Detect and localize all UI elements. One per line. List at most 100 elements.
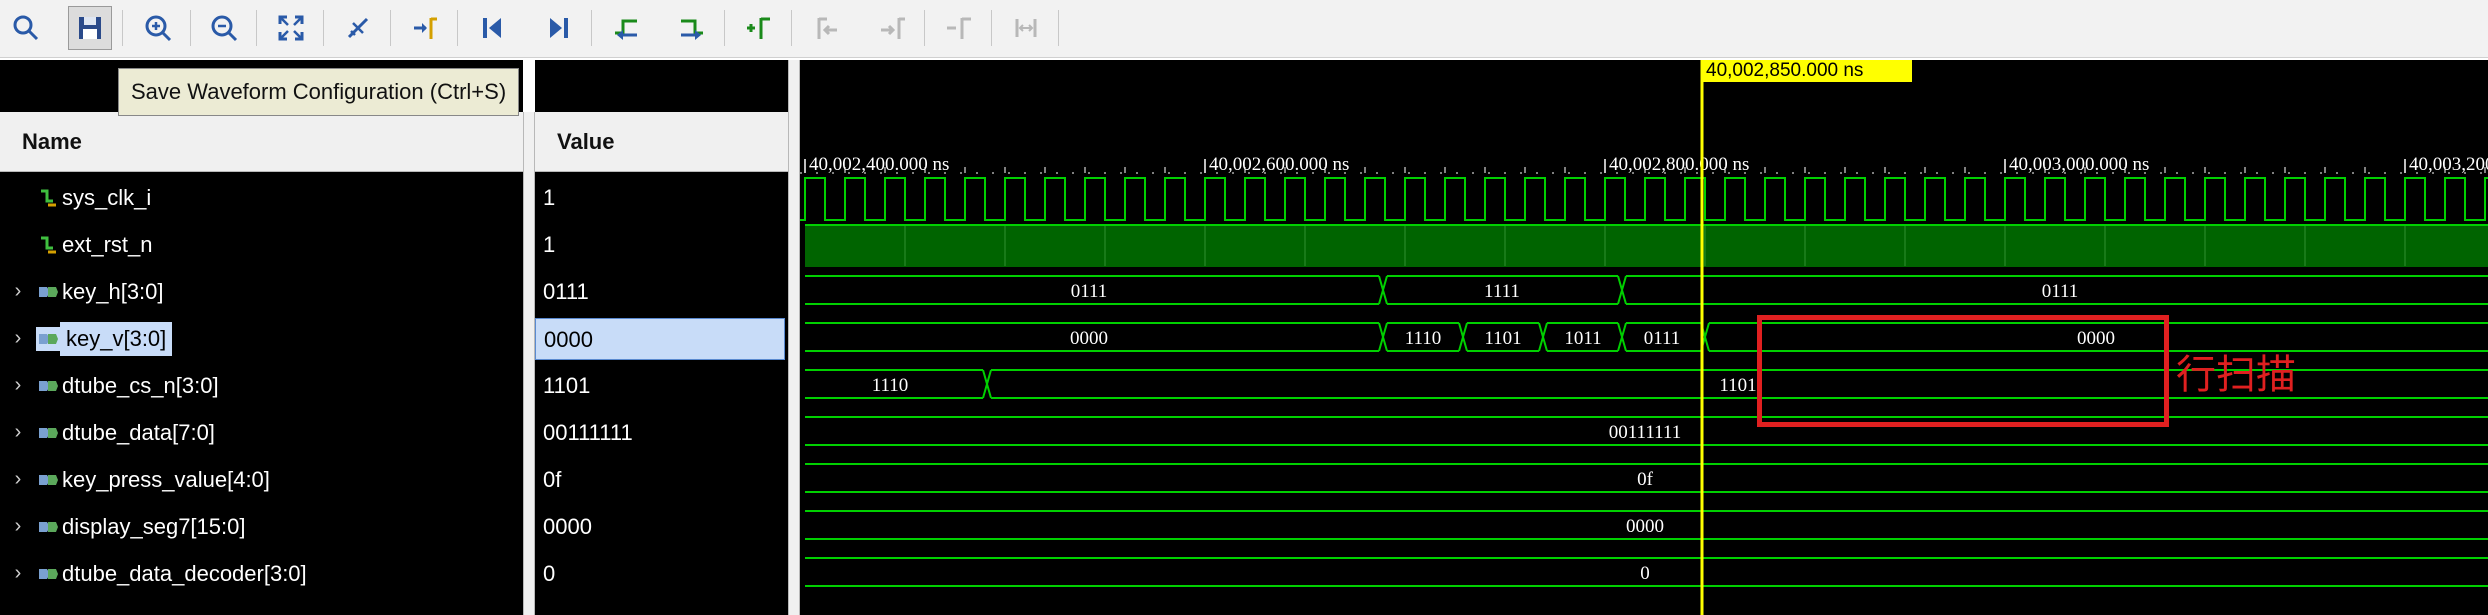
signal-value-row[interactable]: 0 bbox=[535, 550, 788, 597]
key-h-transition bbox=[1617, 275, 1627, 305]
signal-name: key_h[3:0] bbox=[62, 278, 164, 304]
key-h-value-label: 0111 bbox=[2042, 281, 2079, 302]
zoom-to-cursor-button[interactable] bbox=[336, 6, 380, 50]
next-marker-icon bbox=[881, 17, 905, 39]
signal-value-row[interactable]: 1 bbox=[535, 221, 788, 268]
zoom-out-button[interactable] bbox=[202, 6, 246, 50]
bus-signal-icon bbox=[36, 374, 60, 398]
zoom-to-cursor-icon bbox=[347, 17, 369, 39]
dtube-data-decoder-value-label: 0 bbox=[1640, 563, 1650, 584]
key-press-value-value-label: 0f bbox=[1637, 469, 1654, 490]
next-transition-button[interactable] bbox=[670, 6, 714, 50]
name-column-header[interactable]: Name bbox=[0, 112, 523, 172]
expand-chevron-icon[interactable]: › bbox=[0, 327, 36, 350]
waveform-canvas[interactable]: 40,002,400.000 ns 40,002,600.000 ns 40,002… bbox=[800, 60, 2488, 615]
signal-value-row[interactable]: 00111111 bbox=[535, 409, 788, 456]
display-seg7-value-label: 0000 bbox=[1626, 516, 1664, 537]
expand-chevron-icon[interactable]: › bbox=[0, 468, 36, 491]
zoom-in-button[interactable] bbox=[136, 6, 180, 50]
signal-value: 1 bbox=[543, 231, 556, 257]
key-v-transition bbox=[1538, 322, 1548, 352]
signal-value-row[interactable]: 0000 bbox=[535, 315, 788, 362]
signal-value-row[interactable]: 0000 bbox=[535, 503, 788, 550]
key-h-value-label: 0111 bbox=[1071, 281, 1108, 302]
signal-value: 0f bbox=[543, 466, 562, 492]
ruler-tick-label: 40,003,000.000 ns bbox=[2009, 154, 2149, 175]
signal-row-dtube-cs-n[interactable]: › dtube_cs_n[3:0] bbox=[0, 362, 523, 409]
value-column-label: Value bbox=[557, 128, 615, 154]
signal-row-dtube-data-decoder[interactable]: › dtube_data_decoder[3:0] bbox=[0, 550, 523, 597]
previous-marker-button[interactable] bbox=[804, 6, 848, 50]
signal-row-sys-clk-i[interactable]: sys_clk_i bbox=[0, 174, 523, 221]
next-marker-button[interactable] bbox=[870, 6, 914, 50]
row-scan-annotation-text: 行扫描 bbox=[2176, 352, 2296, 398]
key-v-value-label: 1101 bbox=[1484, 328, 1521, 349]
go-to-start-icon bbox=[483, 18, 501, 38]
expand-chevron-icon[interactable]: › bbox=[0, 421, 36, 444]
signal-row-dtube-data[interactable]: › dtube_data[7:0] bbox=[0, 409, 523, 456]
signal-value: 00111111 bbox=[543, 419, 633, 445]
delete-marker-button[interactable] bbox=[937, 6, 981, 50]
expand-chevron-icon[interactable]: › bbox=[0, 515, 36, 538]
logic-signal-icon bbox=[36, 233, 60, 257]
ext-rst-fill bbox=[805, 225, 2488, 267]
delete-marker-icon bbox=[947, 17, 971, 39]
value-column-header[interactable]: Value bbox=[535, 112, 788, 172]
signal-value-row[interactable]: 1 bbox=[535, 174, 788, 221]
signal-row-key-v[interactable]: › key_v[3:0] bbox=[0, 315, 523, 362]
ruler-tick-label: 40,002,800.000 ns bbox=[1609, 154, 1749, 175]
signal-value-row[interactable]: 1101 bbox=[535, 362, 788, 409]
bus-signal-icon bbox=[36, 421, 60, 445]
zoom-in-icon bbox=[145, 15, 172, 42]
previous-transition-button[interactable] bbox=[604, 6, 648, 50]
expand-chevron-icon[interactable]: › bbox=[0, 374, 36, 397]
expand-chevron-icon[interactable]: › bbox=[0, 562, 36, 585]
next-transition-icon bbox=[681, 19, 703, 40]
previous-marker-icon bbox=[817, 17, 837, 39]
go-to-end-button[interactable] bbox=[537, 6, 581, 50]
go-to-time-button[interactable] bbox=[403, 6, 447, 50]
expand-chevron-icon[interactable]: › bbox=[0, 280, 36, 303]
dtube-cs-n-transition bbox=[982, 369, 992, 399]
signal-value: 1 bbox=[543, 184, 556, 210]
swap-cursors-button[interactable] bbox=[1004, 6, 1048, 50]
panel-splitter[interactable] bbox=[788, 60, 800, 615]
signal-value-row[interactable]: 0111 bbox=[535, 268, 788, 315]
column-divider[interactable] bbox=[523, 112, 535, 615]
signal-row-ext-rst-n[interactable]: ext_rst_n bbox=[0, 221, 523, 268]
ruler-tick-label: 40,003,200.000 ns bbox=[2409, 154, 2488, 175]
signal-value-row[interactable]: 0f bbox=[535, 456, 788, 503]
zoom-out-icon bbox=[211, 15, 238, 42]
signal-row-key-press-value[interactable]: › key_press_value[4:0] bbox=[0, 456, 523, 503]
signal-name: dtube_cs_n[3:0] bbox=[62, 372, 219, 398]
waveform-viewer[interactable]: 40,002,400.000 ns 40,002,600.000 ns 40,002… bbox=[800, 60, 2488, 615]
key-v-transition bbox=[1458, 322, 1468, 352]
signal-row-key-h[interactable]: › key_h[3:0] bbox=[0, 268, 523, 315]
swap-cursors-icon bbox=[1015, 19, 1037, 37]
search-button[interactable] bbox=[4, 6, 48, 50]
name-column-label: Name bbox=[22, 128, 82, 154]
add-marker-button[interactable] bbox=[737, 6, 781, 50]
signal-value: 1101 bbox=[543, 372, 591, 398]
waveform-toolbar bbox=[0, 0, 2488, 58]
save-button[interactable] bbox=[68, 6, 112, 50]
save-icon bbox=[79, 17, 101, 39]
row-scan-annotation-box bbox=[1757, 315, 2169, 427]
signal-name: key_v[3:0] bbox=[60, 321, 173, 356]
signal-name: ext_rst_n bbox=[62, 231, 153, 257]
key-h-value-label: 1111 bbox=[1484, 281, 1520, 302]
search-icon bbox=[13, 15, 39, 41]
dtube-data-value-label: 00111111 bbox=[1609, 422, 1681, 443]
zoom-fit-button[interactable] bbox=[269, 6, 313, 50]
cursor-time-label[interactable]: 40,002,850.000 ns bbox=[1702, 60, 1912, 82]
go-to-start-button[interactable] bbox=[470, 6, 514, 50]
signal-row-display-seg7[interactable]: › display_seg7[15:0] bbox=[0, 503, 523, 550]
signal-value: 0 bbox=[543, 560, 556, 586]
bus-signal-icon bbox=[36, 515, 60, 539]
key-v-value-label: 0111 bbox=[1644, 328, 1681, 349]
signal-name: dtube_data[7:0] bbox=[62, 419, 215, 445]
key-v-value-label: 0000 bbox=[1070, 328, 1108, 349]
bus-signal-icon bbox=[36, 326, 60, 351]
save-tooltip: Save Waveform Configuration (Ctrl+S) bbox=[118, 68, 520, 116]
dtube-cs-n-value-label: 1101 bbox=[1719, 375, 1756, 396]
